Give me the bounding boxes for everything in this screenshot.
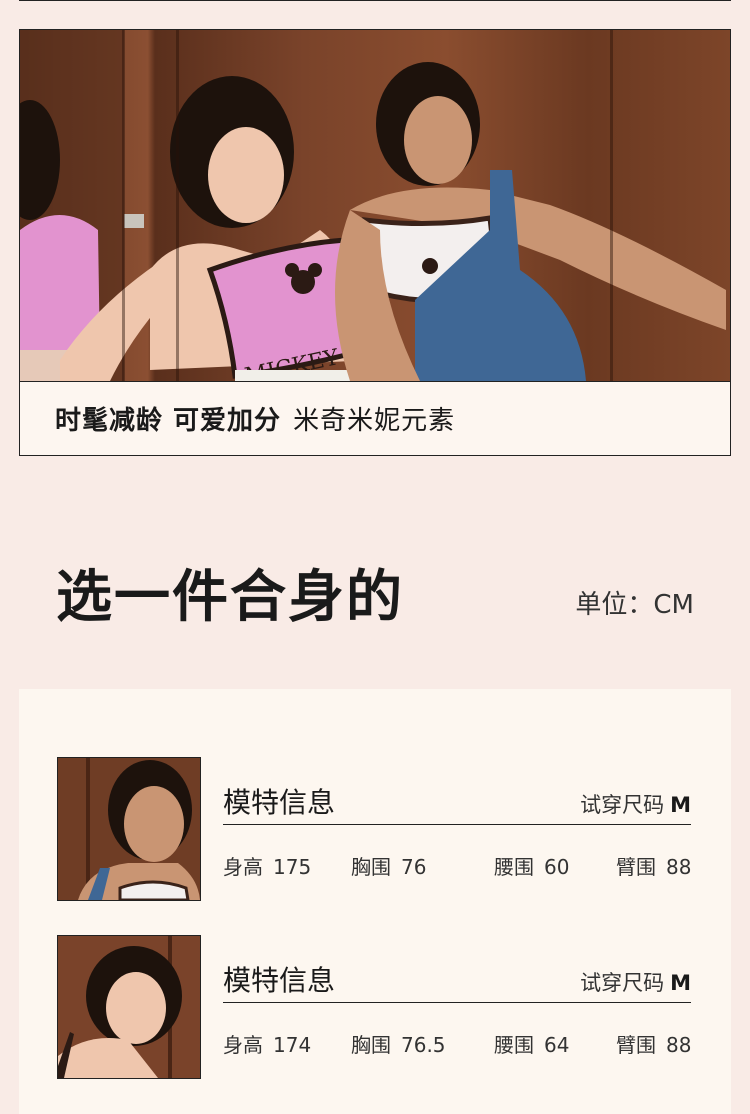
arm-metric: 臂围 88 — [616, 851, 691, 880]
bust-value: 76.5 — [401, 1033, 446, 1057]
height-metric: 身高 174 — [223, 1029, 311, 1058]
trial-size-value: M — [670, 971, 691, 995]
waist-label: 腰围 — [494, 1033, 534, 1057]
height-value: 174 — [273, 1033, 312, 1057]
bust-label: 胸围 — [351, 1033, 391, 1057]
height-label: 身高 — [223, 1033, 263, 1057]
model-info-title: 模特信息 — [223, 786, 336, 819]
model-details: 模特信息 试穿尺码 M 身高 175 胸围 76 腰围 60 臂围 88 — [223, 757, 693, 901]
hero-caption: 时髦减龄 可爱加分 米奇米妮元素 — [20, 381, 730, 455]
trial-size-label: 试穿尺码 — [580, 971, 665, 995]
model-photo — [57, 757, 201, 901]
arm-metric: 臂围 88 — [616, 1029, 691, 1058]
arm-value: 88 — [666, 855, 692, 879]
trial-size-label: 试穿尺码 — [580, 793, 665, 817]
product-detail-page: MICKEY MO 时髦减龄 可爱加分 米奇米妮元素 选一件合身的 单位：CM — [0, 0, 750, 1114]
model-card: 模特信息 试穿尺码 M 身高 175 胸围 76 腰围 60 臂围 88 — [57, 757, 697, 901]
model-info-header: 模特信息 试穿尺码 M — [223, 957, 691, 1003]
unit-label: 单位：CM — [575, 590, 694, 620]
hero-photo: MICKEY MO — [20, 30, 730, 381]
height-value: 175 — [273, 855, 312, 879]
arm-label: 臂围 — [616, 855, 656, 879]
model-photo — [57, 935, 201, 1079]
bust-label: 胸围 — [351, 855, 391, 879]
height-label: 身高 — [223, 855, 263, 879]
waist-metric: 腰围 60 — [494, 851, 569, 880]
waist-metric: 腰围 64 — [494, 1029, 569, 1058]
waist-value: 64 — [544, 1033, 570, 1057]
section-title: 选一件合身的 — [56, 565, 404, 630]
hero-caption-normal: 米奇米妮元素 — [293, 406, 456, 436]
model-info-panel: 模特信息 试穿尺码 M 身高 175 胸围 76 腰围 60 臂围 88 模特信… — [19, 689, 731, 1114]
model-info-title: 模特信息 — [223, 964, 336, 997]
hero-caption-bold: 时髦减龄 可爱加分 — [55, 406, 282, 436]
bust-value: 76 — [401, 855, 427, 879]
arm-label: 臂围 — [616, 1033, 656, 1057]
bust-metric: 胸围 76.5 — [351, 1029, 446, 1058]
hero-card: MICKEY MO 时髦减龄 可爱加分 米奇米妮元素 — [19, 29, 731, 456]
model-card: 模特信息 试穿尺码 M 身高 174 胸围 76.5 腰围 64 臂围 88 — [57, 935, 697, 1079]
model-details: 模特信息 试穿尺码 M 身高 174 胸围 76.5 腰围 64 臂围 88 — [223, 935, 693, 1079]
bust-metric: 胸围 76 — [351, 851, 426, 880]
models-illustration: MICKEY MO — [20, 30, 726, 381]
trial-size: 试穿尺码 M — [580, 967, 691, 997]
waist-value: 60 — [544, 855, 570, 879]
model-info-header: 模特信息 试穿尺码 M — [223, 779, 691, 825]
trial-size-value: M — [670, 793, 691, 817]
trial-size: 试穿尺码 M — [580, 789, 691, 819]
waist-label: 腰围 — [494, 855, 534, 879]
top-divider — [19, 0, 731, 1]
arm-value: 88 — [666, 1033, 692, 1057]
height-metric: 身高 175 — [223, 851, 311, 880]
